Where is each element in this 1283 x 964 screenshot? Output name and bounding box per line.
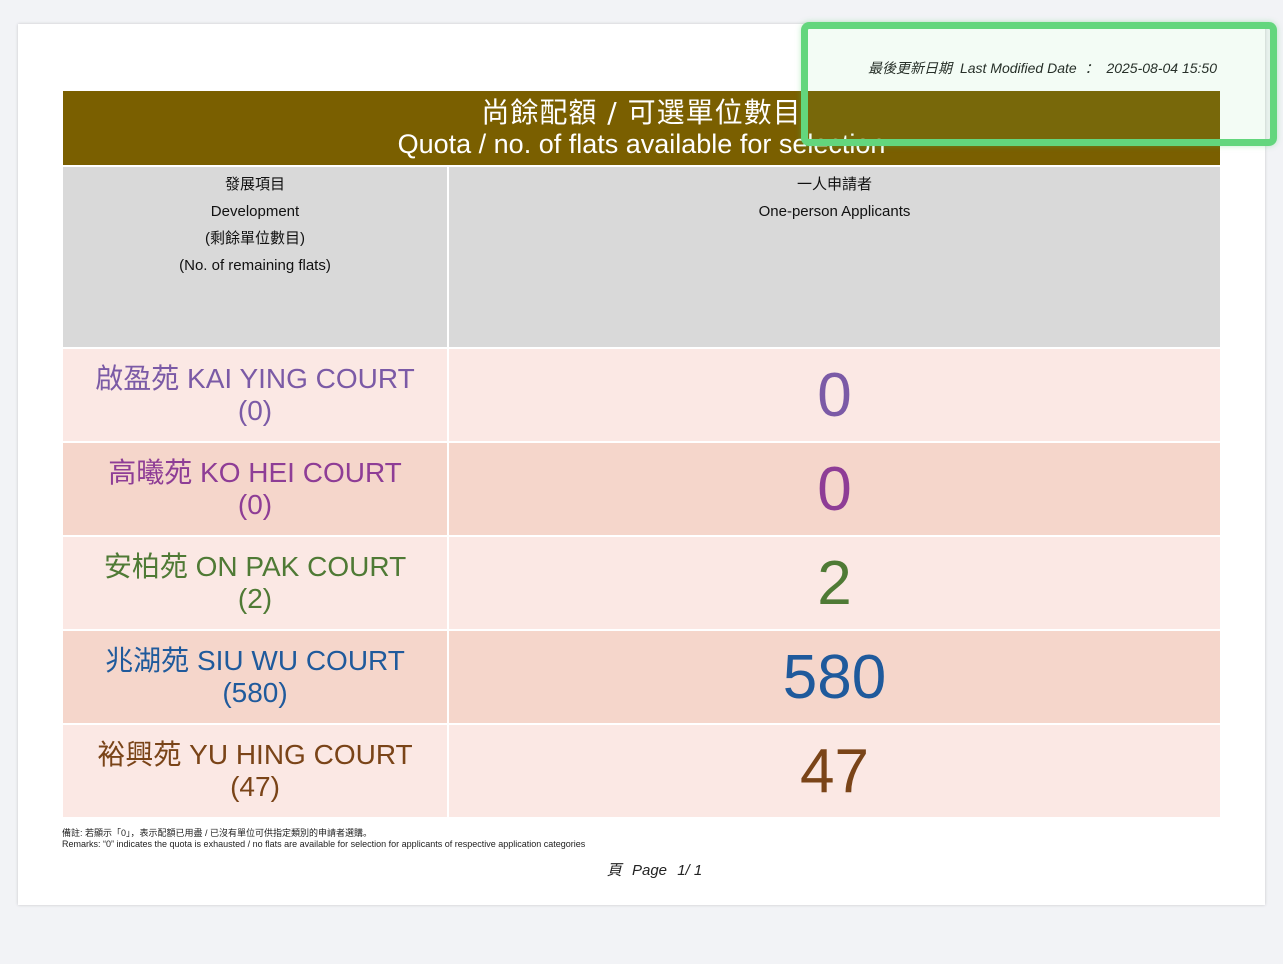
quota-value: 0 [449, 443, 1220, 535]
development-name: 兆湖苑 SIU WU COURT [105, 645, 405, 677]
last-modified-value: 2025-08-04 15:50 [1106, 60, 1217, 76]
table-row: 高曦苑 KO HEI COURT (0) 0 [63, 443, 1220, 535]
applicants-header: 一人申請者 One-person Applicants [449, 167, 1220, 347]
table-header-row: 發展項目 Development (剩餘單位數目) (No. of remain… [63, 167, 1220, 347]
development-name-en: KO HEI COURT [200, 457, 402, 488]
remarks: 備註: 若顯示「0」，表示配額已用盡 / 已沒有單位可供指定類別的申請者選購。 … [62, 828, 585, 850]
pagination: 頁 Page 1/ 1 [18, 859, 1265, 880]
development-header-en: Development [210, 203, 300, 220]
last-modified-separator: ： [1084, 60, 1099, 76]
page-label-zh: 頁 [606, 862, 622, 879]
remaining-count: (0) [237, 489, 273, 520]
development-header: 發展項目 Development (剩餘單位數目) (No. of remain… [63, 167, 447, 347]
quota-value: 47 [449, 725, 1220, 817]
development-name-en: ON PAK COURT [195, 551, 407, 582]
development-cell: 高曦苑 KO HEI COURT (0) [63, 443, 447, 535]
table-title-en: Quota / no. of flats available for selec… [397, 129, 886, 159]
development-cell: 啟盈苑 KAI YING COURT (0) [63, 349, 447, 441]
development-name-zh: 啟盈苑 [95, 362, 180, 395]
quota-value: 580 [449, 631, 1220, 723]
development-name-en: YU HING COURT [189, 739, 413, 770]
remaining-count: (47) [230, 771, 280, 802]
remarks-zh: 備註: 若顯示「0」，表示配額已用盡 / 已沒有單位可供指定類別的申請者選購。 [62, 828, 373, 838]
development-header-zh: 發展項目 [224, 176, 285, 193]
table-row: 裕興苑 YU HING COURT (47) 47 [63, 725, 1220, 817]
quota-value: 0 [449, 349, 1220, 441]
page-total: 1 [693, 862, 703, 879]
development-name-zh: 安柏苑 [103, 550, 188, 583]
development-name-zh: 兆湖苑 [105, 644, 190, 677]
last-modified-label-en: Last Modified Date [959, 60, 1077, 76]
development-cell: 兆湖苑 SIU WU COURT (580) [63, 631, 447, 723]
table-row: 啟盈苑 KAI YING COURT (0) 0 [63, 349, 1220, 441]
quota-value: 2 [449, 537, 1220, 629]
applicants-header-en: One-person Applicants [758, 203, 911, 220]
page-label-en: Page [631, 862, 668, 879]
last-modified-date: 最後更新日期 Last Modified Date ： 2025-08-04 1… [864, 58, 1217, 78]
development-name-zh: 高曦苑 [108, 456, 193, 489]
remarks-en: Remarks: “0” indicates the quota is exha… [62, 839, 586, 849]
remaining-count: (580) [222, 677, 288, 708]
development-name: 啟盈苑 KAI YING COURT [95, 363, 414, 395]
page-current: 1 [677, 862, 686, 879]
development-name-en: SIU WU COURT [196, 645, 405, 676]
page-separator: / [685, 862, 690, 879]
remaining-count: (0) [237, 395, 273, 426]
development-name: 安柏苑 ON PAK COURT [104, 551, 406, 583]
development-name-en: KAI YING COURT [187, 363, 415, 394]
development-cell: 裕興苑 YU HING COURT (47) [63, 725, 447, 817]
development-cell: 安柏苑 ON PAK COURT (2) [63, 537, 447, 629]
remaining-count: (2) [237, 583, 273, 614]
report-page: 最後更新日期 Last Modified Date ： 2025-08-04 1… [18, 24, 1265, 905]
remaining-header-zh: (剩餘單位數目) [205, 230, 305, 247]
development-name: 裕興苑 YU HING COURT [97, 739, 412, 771]
table-title-bar: 尚餘配額 / 可選單位數目 Quota / no. of flats avail… [63, 91, 1220, 165]
table-row: 兆湖苑 SIU WU COURT (580) 580 [63, 631, 1220, 723]
applicants-header-zh: 一人申請者 [796, 176, 872, 193]
development-name-zh: 裕興苑 [97, 738, 182, 771]
table-title-zh: 尚餘配額 / 可選單位數目 [481, 96, 802, 129]
quota-table: 尚餘配額 / 可選單位數目 Quota / no. of flats avail… [63, 91, 1220, 817]
table-row: 安柏苑 ON PAK COURT (2) 2 [63, 537, 1220, 629]
remaining-header-en: (No. of remaining flats) [179, 257, 331, 274]
last-modified-label-zh: 最後更新日期 [868, 60, 953, 76]
table-body: 啟盈苑 KAI YING COURT (0) 0 高曦苑 KO HEI COURT (0… [63, 349, 1220, 817]
development-name: 高曦苑 KO HEI COURT [108, 457, 402, 489]
